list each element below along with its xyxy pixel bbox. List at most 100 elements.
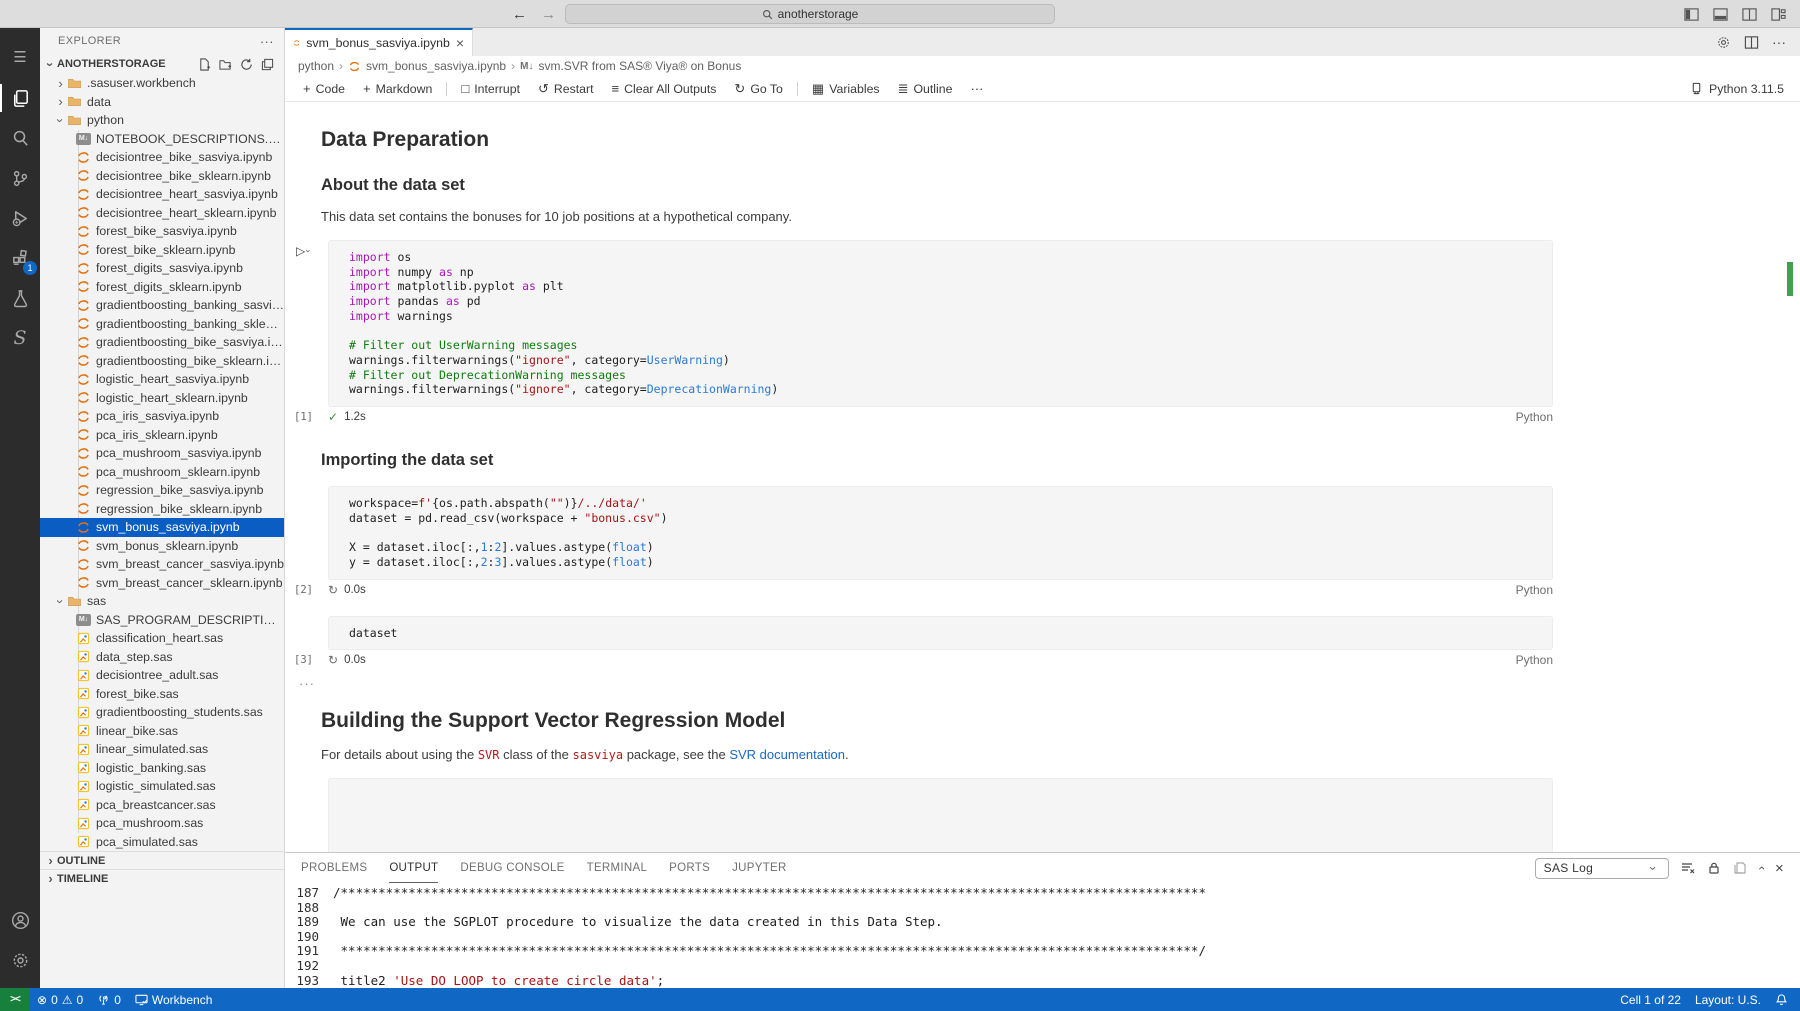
tree-file[interactable]: pca_iris_sasviya.ipynb (40, 407, 284, 426)
cell-editor[interactable]: dataset (328, 616, 1553, 651)
close-tab-icon[interactable]: × (456, 35, 464, 51)
panel-tab-terminal[interactable]: TERMINAL (587, 853, 648, 883)
toolbar-interrupt-button[interactable]: □Interrupt (453, 78, 528, 100)
split-editor-icon[interactable] (1744, 35, 1759, 50)
search-icon[interactable] (0, 118, 40, 158)
tree-file[interactable]: pca_mushroom_sasviya.ipynb (40, 444, 284, 463)
problems-status[interactable]: ⊗ 0 ⚠ 0 (30, 988, 90, 1011)
lock-scroll-icon[interactable] (1707, 861, 1721, 875)
settings-gear-icon[interactable] (0, 940, 40, 980)
cell-editor[interactable]: import osimport numpy as npimport matplo… (328, 240, 1553, 407)
testing-icon[interactable] (0, 278, 40, 318)
tree-file[interactable]: forest_digits_sasviya.ipynb (40, 259, 284, 278)
open-in-editor-icon[interactable] (1733, 861, 1747, 875)
tree-folder-python[interactable]: ›python (40, 111, 284, 130)
forward-arrow-icon[interactable]: → (541, 6, 556, 23)
cell-language[interactable]: Python (1516, 653, 1553, 667)
back-arrow-icon[interactable]: ← (512, 6, 527, 23)
tree-file[interactable]: forest_bike_sklearn.ipynb (40, 241, 284, 260)
tree-file[interactable]: svm_bonus_sklearn.ipynb (40, 537, 284, 556)
toggle-secondary-sidebar-icon[interactable] (1742, 7, 1757, 22)
workbench-status[interactable]: Workbench (128, 988, 219, 1011)
tree-file[interactable]: M↓NOTEBOOK_DESCRIPTIONS.md (40, 130, 284, 149)
layout-indicator[interactable]: Layout: U.S. (1688, 988, 1768, 1011)
refresh-icon[interactable] (240, 58, 253, 71)
cell-language[interactable]: Python (1516, 583, 1553, 597)
more-actions-icon[interactable]: ··· (1772, 34, 1786, 50)
explorer-more-icon[interactable]: ··· (260, 34, 274, 49)
toolbar-clear-all-outputs-button[interactable]: ≡Clear All Outputs (604, 78, 725, 100)
tree-file[interactable]: gradientboosting_students.sas (40, 703, 284, 722)
toggle-panel-icon[interactable] (1713, 7, 1728, 22)
tree-file[interactable]: forest_digits_sklearn.ipynb (40, 278, 284, 297)
maximize-panel-icon[interactable]: › (1754, 866, 1768, 870)
panel-tab-problems[interactable]: PROBLEMS (301, 853, 367, 883)
tree-file[interactable]: decisiontree_adult.sas (40, 666, 284, 685)
explorer-icon[interactable] (0, 78, 40, 118)
remote-indicator[interactable]: >< (0, 988, 30, 1011)
ports-status[interactable]: 0 (90, 988, 128, 1011)
toolbar-markdown-button[interactable]: +Markdown (355, 78, 440, 100)
panel-tab-debug-console[interactable]: DEBUG CONSOLE (460, 853, 564, 883)
tree-file[interactable]: pca_breastcancer.sas (40, 796, 284, 815)
kernel-picker[interactable]: Python 3.11.5 (1690, 82, 1800, 96)
extensions-icon[interactable]: 1 (0, 238, 40, 278)
workspace-root-row[interactable]: › ANOTHERSTORAGE (40, 54, 284, 74)
new-folder-icon[interactable] (219, 58, 232, 71)
tree-file[interactable]: gradientboosting_bike_sklearn.ipynb (40, 352, 284, 371)
tree-file[interactable]: svm_breast_cancer_sasviya.ipynb (40, 555, 284, 574)
tree-file[interactable]: pca_simulated.sas (40, 833, 284, 852)
sas-extension-icon[interactable]: S (0, 318, 40, 358)
tree-file[interactable]: forest_bike_sasviya.ipynb (40, 222, 284, 241)
notebook-code-cell[interactable]: ▷›import osimport numpy as npimport matp… (285, 240, 1800, 427)
panel-tab-ports[interactable]: PORTS (669, 853, 710, 883)
menu-icon[interactable]: ☰m (0, 38, 40, 78)
tree-file[interactable]: decisiontree_heart_sklearn.ipynb (40, 204, 284, 223)
source-control-icon[interactable] (0, 158, 40, 198)
output-channel-select[interactable]: SAS Log› (1535, 858, 1669, 879)
tree-file[interactable]: data_step.sas (40, 648, 284, 667)
toggle-sidebar-icon[interactable] (1684, 7, 1699, 22)
breadcrumb-item[interactable]: python (298, 59, 334, 73)
tree-file[interactable]: gradientboosting_banking_sklearn.ip... (40, 315, 284, 334)
tree-file[interactable]: gradientboosting_bike_sasviya.ipynb (40, 333, 284, 352)
tree-file[interactable]: logistic_simulated.sas (40, 777, 284, 796)
clear-output-icon[interactable] (1681, 861, 1695, 875)
cell-editor[interactable]: workspace=f'{os.path.abspath("")}/../dat… (328, 486, 1553, 580)
tree-file[interactable]: M↓SAS_PROGRAM_DESCRIPTIONS.md (40, 611, 284, 630)
close-panel-icon[interactable]: × (1775, 860, 1784, 877)
panel-tab-output[interactable]: OUTPUT (389, 853, 438, 883)
collapse-all-icon[interactable] (261, 58, 274, 71)
tree-folder-sas[interactable]: ›sas (40, 592, 284, 611)
settings-gear-icon[interactable] (1716, 35, 1731, 50)
customize-layout-icon[interactable] (1771, 7, 1786, 22)
tree-file[interactable]: logistic_heart_sklearn.ipynb (40, 389, 284, 408)
tree-file[interactable]: decisiontree_bike_sklearn.ipynb (40, 167, 284, 186)
cell-language[interactable]: Python (1516, 410, 1553, 424)
cell-indicator[interactable]: Cell 1 of 22 (1613, 988, 1688, 1011)
tree-file[interactable]: regression_bike_sasviya.ipynb (40, 481, 284, 500)
account-icon[interactable] (0, 900, 40, 940)
chevron-down-icon[interactable]: › (304, 250, 314, 253)
tree-file[interactable]: decisiontree_heart_sasviya.ipynb (40, 185, 284, 204)
toolbar-restart-button[interactable]: ↺Restart (530, 78, 602, 100)
notebook-code-cell[interactable]: workspace=f'{os.path.abspath("")}/../dat… (285, 486, 1800, 600)
breadcrumb-item[interactable]: svm.SVR from SAS® Viya® on Bonus (538, 59, 741, 73)
new-file-icon[interactable] (198, 58, 211, 71)
notebook-code-cell[interactable]: dataset[3]↻0.0sPython (285, 616, 1800, 671)
tree-file[interactable]: logistic_banking.sas (40, 759, 284, 778)
doc-link[interactable]: SVR documentation (729, 747, 845, 762)
output-log[interactable]: 187/************************************… (285, 883, 1800, 988)
sidebar-section-timeline[interactable]: ›TIMELINE (40, 869, 284, 887)
tree-file[interactable]: decisiontree_bike_sasviya.ipynb (40, 148, 284, 167)
tree-file[interactable]: svm_breast_cancer_sklearn.ipynb (40, 574, 284, 593)
toolbar-go-to-button[interactable]: ↻Go To (726, 78, 791, 100)
panel-tab-jupyter[interactable]: JUPYTER (732, 853, 787, 883)
tree-file[interactable]: gradientboosting_banking_sasviya.i... (40, 296, 284, 315)
toolbar-outline-button[interactable]: ≣Outline (890, 78, 961, 100)
tree-file[interactable]: classification_heart.sas (40, 629, 284, 648)
command-center-search[interactable]: anotherstorage (565, 4, 1055, 24)
toolbar-code-button[interactable]: +Code (295, 78, 353, 100)
tree-file[interactable]: linear_bike.sas (40, 722, 284, 741)
tree-file[interactable]: pca_mushroom.sas (40, 814, 284, 833)
